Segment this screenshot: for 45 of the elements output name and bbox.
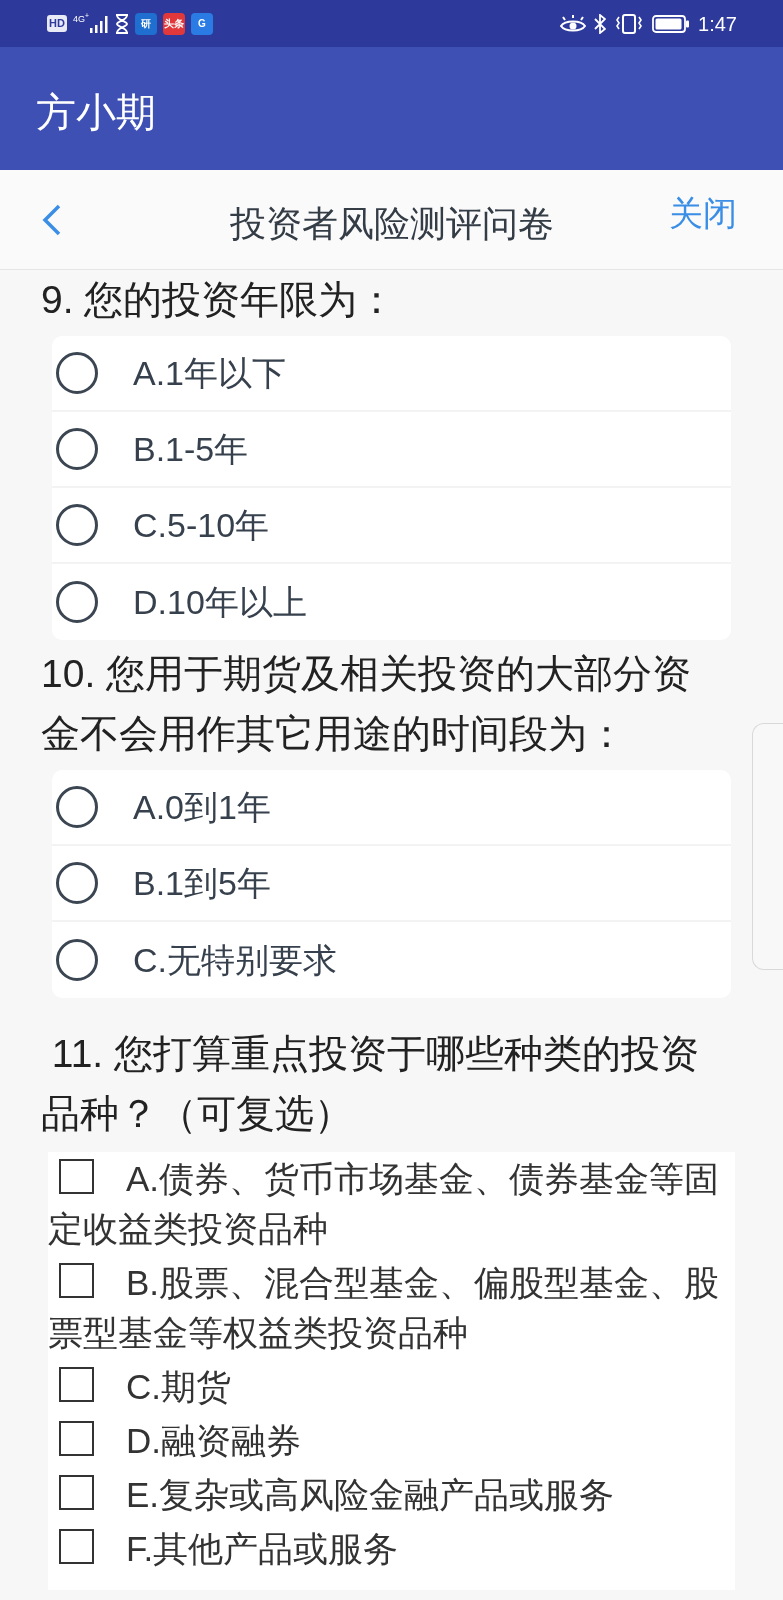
option-row[interactable]: E.复杂或高风险金融产品或服务: [48, 1470, 735, 1520]
checkbox[interactable]: [59, 1421, 94, 1456]
checkbox[interactable]: [59, 1367, 94, 1402]
option-row[interactable]: A.1年以下: [52, 336, 731, 412]
question-text: 10. 您用于期货及相关投资的大部分资金不会用作其它用途的时间段为：: [40, 651, 693, 757]
checkbox[interactable]: [59, 1263, 94, 1298]
radio-button[interactable]: [56, 939, 98, 981]
radio-button[interactable]: [56, 581, 98, 623]
option-row[interactable]: C.5-10年: [52, 488, 731, 564]
radio-button[interactable]: [56, 504, 98, 546]
option-row[interactable]: B.1到5年: [52, 846, 731, 922]
hourglass-icon: [114, 13, 129, 34]
notification-app-tile: G: [190, 12, 213, 35]
option-row[interactable]: A.债券、货币市场基金、债券基金等固定收益类投资品种: [48, 1154, 735, 1254]
option-row[interactable]: A.0到1年: [52, 770, 731, 846]
vibrate-icon: [614, 13, 645, 34]
checkbox[interactable]: [59, 1159, 94, 1194]
option-row[interactable]: D.融资融券: [48, 1416, 735, 1466]
option-row[interactable]: B.1-5年: [52, 412, 731, 488]
app-title: 方小期: [36, 91, 156, 132]
hd-indicator: HD: [47, 15, 67, 32]
radio-button[interactable]: [56, 862, 98, 904]
battery-icon: [652, 14, 691, 33]
option-row[interactable]: C.无特别要求: [52, 922, 731, 998]
notification-app-tile: 头条: [162, 12, 185, 35]
option-row[interactable]: F.其他产品或服务: [48, 1524, 735, 1574]
radio-button[interactable]: [56, 352, 98, 394]
notification-app-tile: 研: [134, 12, 157, 35]
checkbox[interactable]: [59, 1529, 94, 1564]
back-chevron-icon: [42, 203, 62, 236]
option-row[interactable]: B.股票、混合型基金、偏股型基金、股票型基金等权益类投资品种: [48, 1258, 735, 1358]
bluetooth-icon: [594, 13, 607, 34]
radio-button[interactable]: [56, 786, 98, 828]
radio-button[interactable]: [56, 428, 98, 470]
question-text: 9. 您的投资年限为：: [40, 277, 398, 323]
option-row[interactable]: C.期货: [48, 1362, 735, 1412]
option-row[interactable]: D.10年以上: [52, 564, 731, 640]
eye-icon: [560, 13, 587, 34]
status-time: 1:47: [698, 13, 737, 34]
page-title: 投资者风险测评问卷: [229, 201, 554, 242]
checkbox[interactable]: [59, 1475, 94, 1510]
network-type-label: 4G$^{+}$: [72, 14, 89, 24]
question-text: 11. 您打算重点投资于哪些种类的投资品种？（可复选）: [40, 1031, 700, 1137]
signal-bars-icon: [88, 14, 109, 33]
edge-handle[interactable]: [752, 723, 783, 970]
